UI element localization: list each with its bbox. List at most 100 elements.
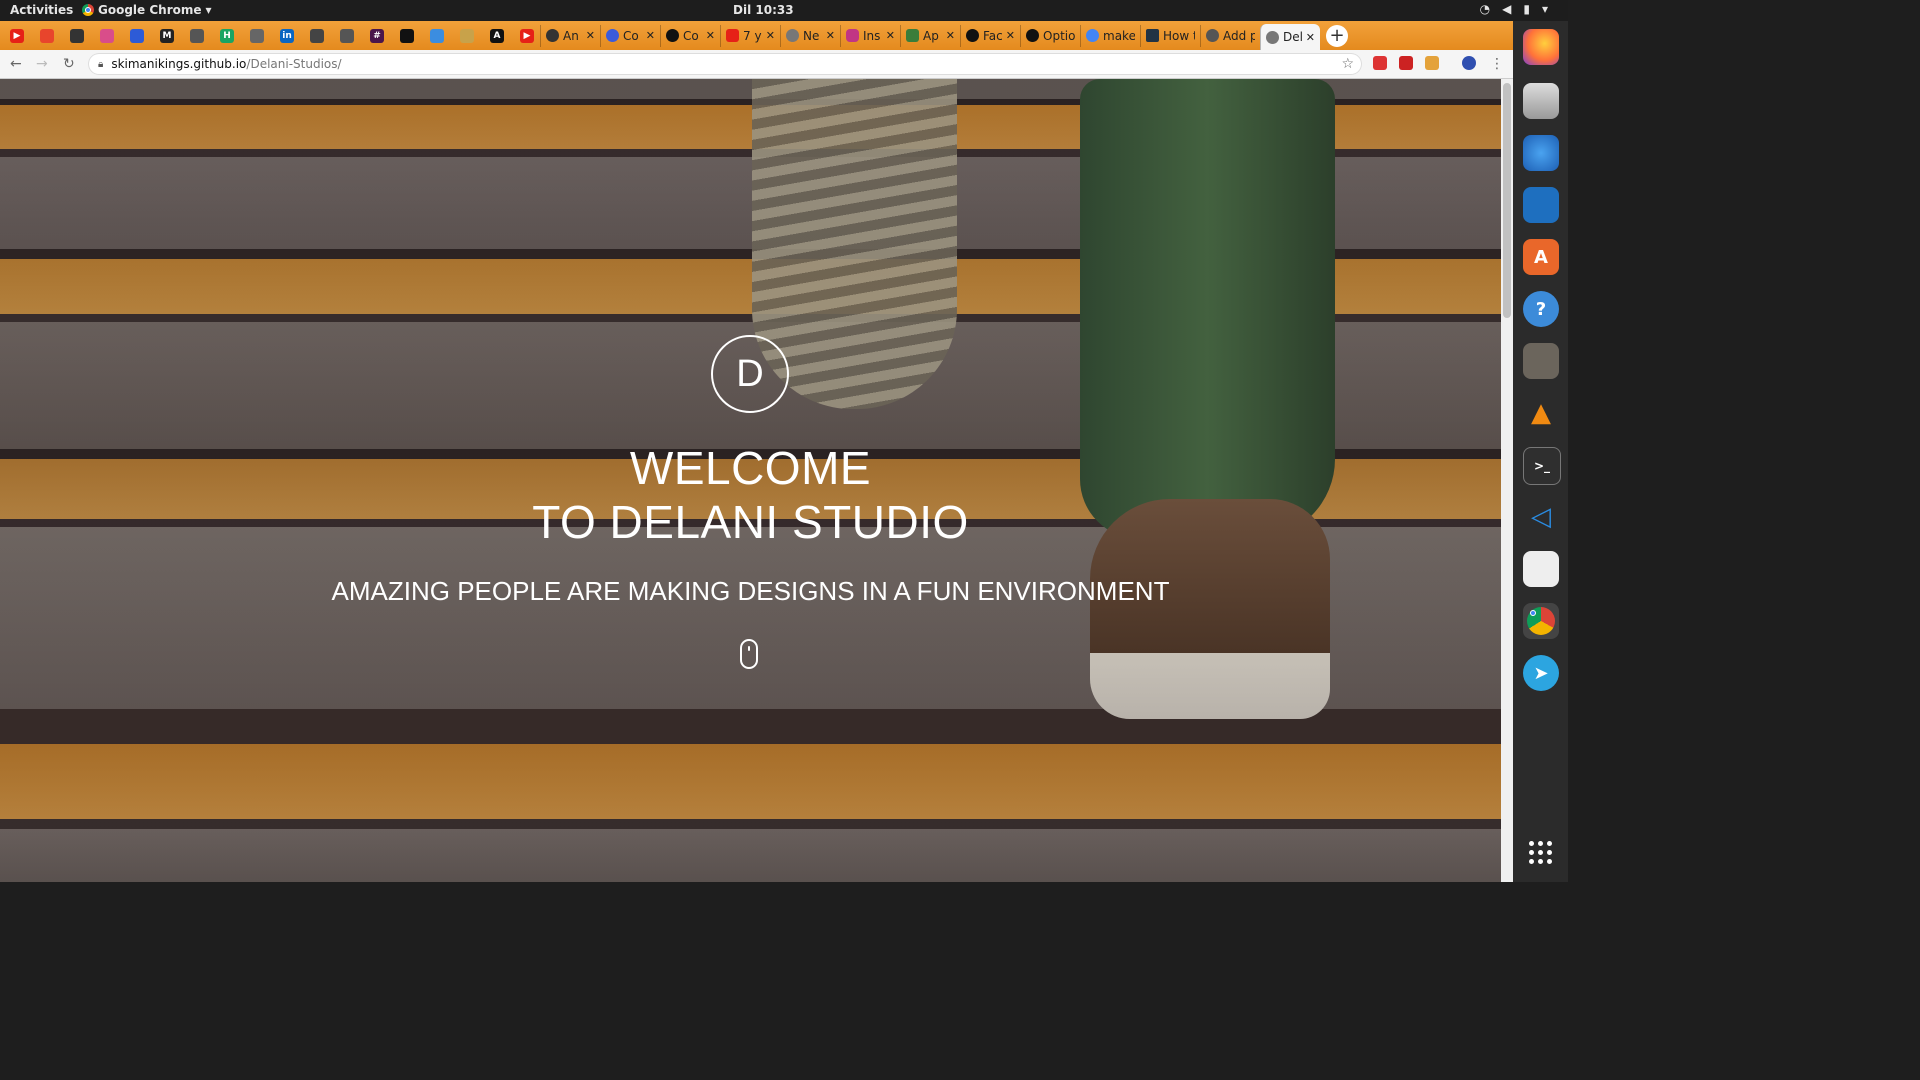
forward-icon[interactable]: → <box>36 56 48 72</box>
pinned-tab-2[interactable] <box>36 25 58 47</box>
tab[interactable]: Ins ✕ <box>840 24 900 47</box>
avatar[interactable] <box>1462 56 1476 70</box>
extension-icon[interactable] <box>1399 56 1413 70</box>
close-icon[interactable]: ✕ <box>886 29 895 42</box>
battery-icon: ▮ <box>1523 2 1530 16</box>
dock: A ? ▲ >_ ◁ ➤ <box>1513 21 1568 882</box>
pinned-tab-15[interactable] <box>426 25 448 47</box>
tab-active[interactable]: Del ✕ <box>1260 24 1320 50</box>
screenshot-icon[interactable] <box>1523 551 1559 587</box>
writer-icon[interactable] <box>1523 187 1559 223</box>
tab[interactable]: Co ✕ <box>660 24 720 47</box>
site-icon <box>40 28 54 43</box>
pinned-tab-12[interactable] <box>336 25 358 47</box>
hero-title: WELCOME TO DELANI STUDIO <box>0 441 1501 549</box>
pinned-tab-5[interactable] <box>126 25 148 47</box>
site-icon <box>906 29 919 42</box>
vlc-icon[interactable]: ▲ <box>1523 395 1559 431</box>
extension-icon[interactable] <box>1373 56 1387 70</box>
site-icon <box>100 28 114 43</box>
pinned-tab-youtube-2[interactable]: ▶ <box>516 25 538 47</box>
logo[interactable]: D <box>711 335 789 413</box>
tab[interactable]: Ap ✕ <box>900 24 960 47</box>
thunderbird-icon[interactable] <box>1523 135 1559 171</box>
tab[interactable]: Optio <box>1020 24 1080 47</box>
tab[interactable]: Co ✕ <box>600 24 660 47</box>
firefox-icon[interactable] <box>1523 29 1559 65</box>
pinned-tab-17[interactable]: A <box>486 25 508 47</box>
tab[interactable]: 7 y ✕ <box>720 24 780 47</box>
close-icon[interactable]: ✕ <box>1306 31 1315 44</box>
tab[interactable]: How t <box>1140 24 1200 47</box>
files-icon[interactable] <box>1523 83 1559 119</box>
lock-icon[interactable]: 🔒︎ <box>98 59 103 70</box>
tab-strip: ▶ M H in # A ▶ An ✕ Co ✕ Co ✕ 7 y ✕ Ne ✕ Ins ✕… <box>0 21 1513 50</box>
pinned-tab-github[interactable] <box>396 25 418 47</box>
close-icon[interactable]: ✕ <box>766 29 775 42</box>
pinned-tab-11[interactable] <box>306 25 328 47</box>
close-icon[interactable]: ✕ <box>706 29 715 42</box>
github-icon <box>666 29 679 42</box>
chrome-icon <box>82 4 94 16</box>
chevron-down-icon: ▾ <box>1541 2 1548 16</box>
toolbar: ← → ↻ 🔒︎ skimanikings.github.io/Delani-S… <box>0 50 1513 79</box>
linkedin-icon: in <box>280 28 294 43</box>
pinned-tab-linkedin[interactable]: in <box>276 25 298 47</box>
show-apps-button[interactable] <box>1529 841 1553 865</box>
software-icon[interactable]: A <box>1523 239 1559 275</box>
pinned-tab-4[interactable] <box>96 25 118 47</box>
github-icon <box>400 28 414 43</box>
help-icon[interactable]: ? <box>1523 291 1559 327</box>
close-icon[interactable]: ✕ <box>946 29 955 42</box>
close-icon[interactable]: ✕ <box>646 29 655 42</box>
site-icon <box>130 28 144 43</box>
back-icon[interactable]: ← <box>10 56 22 72</box>
bookmark-star-icon[interactable]: ☆ <box>1341 56 1354 72</box>
pinned-tab-3[interactable] <box>66 25 88 47</box>
gimp-icon[interactable] <box>1523 343 1559 379</box>
google-icon <box>1086 29 1099 42</box>
pinned-tab-youtube[interactable]: ▶ <box>6 25 28 47</box>
tab[interactable]: Ne ✕ <box>780 24 840 47</box>
close-icon[interactable]: ✕ <box>826 29 835 42</box>
globe-icon <box>340 28 354 43</box>
chrome-icon[interactable] <box>1523 603 1559 639</box>
scroll-mouse-icon[interactable] <box>740 639 758 669</box>
tab[interactable]: Fac ✕ <box>960 24 1020 47</box>
pinned-tab-7[interactable] <box>186 25 208 47</box>
tab[interactable]: Add p <box>1200 24 1260 47</box>
page-scrollbar[interactable] <box>1501 79 1513 882</box>
clock[interactable]: Dil 10:33 <box>733 3 794 17</box>
instagram-icon <box>846 29 859 42</box>
close-icon[interactable]: ✕ <box>1006 29 1015 42</box>
menu-dots-icon[interactable]: ⋮ <box>1490 56 1504 72</box>
close-icon[interactable]: ✕ <box>586 29 595 42</box>
reload-icon[interactable]: ↻ <box>63 56 75 72</box>
pinned-tab-16[interactable] <box>456 25 478 47</box>
globe-icon <box>1206 29 1219 42</box>
youtube-icon: ▶ <box>520 28 534 43</box>
site-icon <box>606 29 619 42</box>
terminal-icon[interactable]: >_ <box>1523 447 1561 485</box>
site-icon: H <box>220 28 234 43</box>
site-icon: A <box>490 28 504 43</box>
pinned-tab-9[interactable] <box>246 25 268 47</box>
app-menu[interactable]: Google Chrome ▾ <box>82 3 212 17</box>
pinned-tab-8[interactable]: H <box>216 25 238 47</box>
extension-icon[interactable] <box>1425 56 1439 70</box>
youtube-icon <box>726 29 739 42</box>
system-top-bar: Activities Google Chrome ▾ Dil 10:33 ◔ ◀… <box>0 0 1568 21</box>
vscode-icon[interactable]: ◁ <box>1523 499 1559 535</box>
address-bar[interactable]: 🔒︎ skimanikings.github.io/Delani-Studios… <box>88 53 1362 75</box>
tab[interactable]: make <box>1080 24 1140 47</box>
new-tab-button[interactable]: + <box>1326 24 1348 47</box>
pinned-tab-slack[interactable]: # <box>366 25 388 47</box>
telegram-icon[interactable]: ➤ <box>1523 655 1559 691</box>
pinned-tab-medium[interactable]: M <box>156 25 178 47</box>
tab[interactable]: An ✕ <box>540 24 600 47</box>
system-tray[interactable]: ◔ ◀ ▮ ▾ <box>1480 2 1548 16</box>
scrollbar-thumb[interactable] <box>1503 83 1511 318</box>
url-host: skimanikings.github.io <box>111 57 247 71</box>
activities-button[interactable]: Activities <box>10 3 73 17</box>
site-icon <box>966 29 979 42</box>
